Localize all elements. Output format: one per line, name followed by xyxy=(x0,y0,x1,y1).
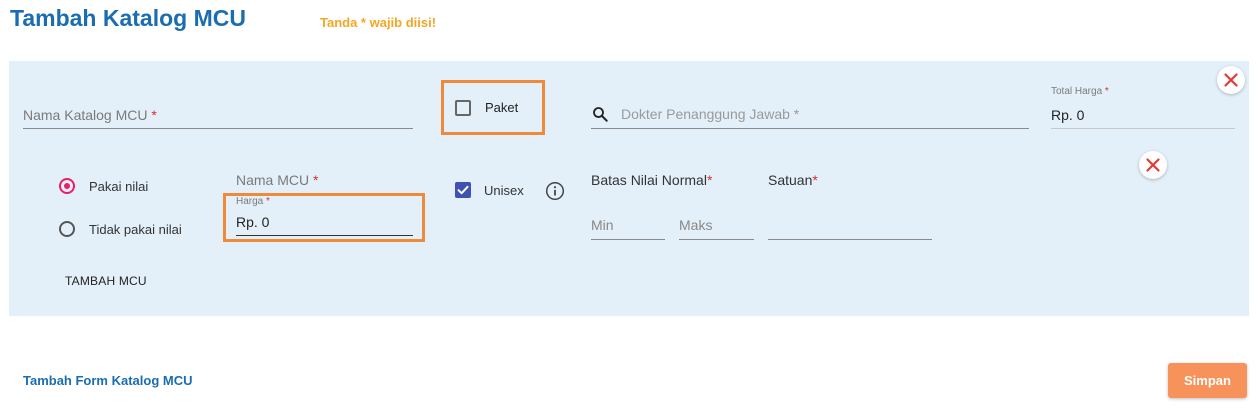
close-icon xyxy=(1224,73,1238,87)
radio-no-value[interactable] xyxy=(59,221,75,237)
remove-mcu-button[interactable] xyxy=(1139,151,1167,179)
min-underline xyxy=(591,239,665,240)
radio-use-value-label: Pakai nilai xyxy=(89,179,149,194)
doctor-search-underline xyxy=(591,128,1029,129)
price-underline xyxy=(236,235,413,236)
add-catalog-form-link[interactable]: Tambah Form Katalog MCU xyxy=(23,373,193,388)
page: Tambah Katalog MCU Tanda * wajib diisi! … xyxy=(0,0,1258,410)
price-field: Harga * xyxy=(236,196,270,207)
total-price-label: Total Harga xyxy=(1051,86,1103,97)
total-price-field: Total Harga * xyxy=(1051,86,1109,97)
remove-catalog-button[interactable] xyxy=(1217,66,1245,94)
package-checkbox[interactable] xyxy=(455,100,471,116)
close-icon xyxy=(1146,158,1160,172)
required-asterisk: * xyxy=(151,107,157,123)
unisex-label: Unisex xyxy=(484,183,524,198)
max-underline xyxy=(679,239,754,240)
catalog-name-underline xyxy=(23,128,413,129)
required-asterisk: * xyxy=(266,196,270,207)
total-price-value: Rp. 0 xyxy=(1051,107,1085,123)
total-price-underline xyxy=(1051,128,1235,129)
min-input[interactable]: Min xyxy=(591,217,614,233)
radio-no-value-label: Tidak pakai nilai xyxy=(89,222,182,237)
unisex-checkbox[interactable] xyxy=(455,182,471,198)
required-asterisk: * xyxy=(706,172,713,188)
normal-range-label: Batas Nilai Normal xyxy=(591,172,707,188)
doctor-search-input[interactable]: Dokter Penanggung Jawab * xyxy=(621,106,799,122)
required-note: Tanda * wajib diisi! xyxy=(320,15,437,30)
page-title: Tambah Katalog MCU xyxy=(10,5,246,31)
info-icon[interactable] xyxy=(545,181,565,201)
required-asterisk: * xyxy=(812,172,818,188)
catalog-form-panel: Nama Katalog MCU * Paket Dokter Penanggu… xyxy=(9,61,1249,316)
save-button[interactable]: Simpan xyxy=(1168,363,1247,398)
package-label: Paket xyxy=(485,100,519,115)
radio-use-value[interactable] xyxy=(59,178,75,194)
max-input[interactable]: Maks xyxy=(679,217,712,233)
unit-heading: Satuan* xyxy=(768,172,818,188)
required-asterisk: * xyxy=(313,172,319,188)
add-mcu-button[interactable]: TAMBAH MCU xyxy=(65,274,147,288)
unit-input-underline[interactable] xyxy=(768,239,932,240)
price-input[interactable]: Rp. 0 xyxy=(236,214,269,230)
normal-range-heading: Batas Nilai Normal* xyxy=(591,172,712,188)
search-icon xyxy=(591,105,609,123)
mcu-name-label: Nama MCU xyxy=(236,172,310,188)
catalog-name-field[interactable]: Nama Katalog MCU * xyxy=(23,107,157,123)
required-asterisk: * xyxy=(1104,86,1109,97)
price-label: Harga xyxy=(236,196,264,207)
check-icon xyxy=(457,185,469,195)
catalog-name-label: Nama Katalog MCU xyxy=(23,107,148,123)
unit-label: Satuan xyxy=(768,172,813,188)
mcu-name-field[interactable]: Nama MCU * xyxy=(236,172,318,188)
